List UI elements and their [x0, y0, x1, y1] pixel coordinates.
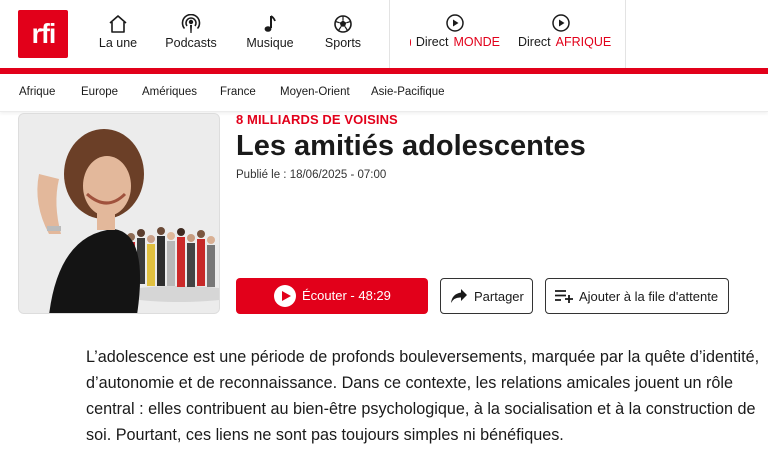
home-icon	[109, 15, 127, 33]
add-to-queue-button[interactable]: Ajouter à la file d'attente	[545, 278, 729, 314]
live-dot	[410, 38, 411, 46]
nav-label: Musique	[246, 36, 294, 50]
queue-label: Ajouter à la file d'attente	[579, 289, 719, 304]
nav-podcasts[interactable]: Podcasts	[165, 14, 217, 54]
play-circle-icon	[446, 14, 464, 32]
play-icon	[274, 285, 296, 307]
listen-label: Écouter - 48:29	[302, 288, 391, 303]
program-kicker[interactable]: 8 MILLIARDS DE VOISINS	[236, 112, 398, 127]
nav-la-une[interactable]: La une	[97, 14, 139, 54]
logo-text: rfi	[31, 18, 56, 49]
header-divider	[625, 0, 626, 68]
top-header: rfi La une Podcasts Musique Sports Direc…	[0, 0, 768, 68]
direct-target: AFRIQUE	[555, 35, 612, 49]
region-nav: Afrique Europe Amériques France Moyen-Or…	[0, 74, 768, 112]
region-link-europe[interactable]: Europe	[81, 86, 118, 98]
rfi-logo[interactable]: rfi	[18, 10, 68, 58]
region-link-afrique[interactable]: Afrique	[19, 86, 55, 98]
direct-prefix: Direct	[415, 35, 449, 49]
cover-illustration	[19, 114, 219, 313]
publish-date: Publié le : 18/06/2025 - 07:00	[236, 169, 387, 181]
direct-target: MONDE	[453, 35, 500, 49]
playlist-add-icon	[555, 290, 573, 303]
region-link-moyen-orient[interactable]: Moyen-Orient	[280, 86, 350, 98]
play-circle-icon	[551, 14, 570, 32]
share-label: Partager	[474, 289, 524, 304]
article-intro: L’adolescence est une période de profond…	[86, 348, 760, 444]
direct-prefix: Direct	[518, 35, 551, 49]
share-button[interactable]: Partager	[440, 278, 533, 314]
podcast-cover-image[interactable]	[18, 113, 220, 314]
music-note-icon	[264, 15, 276, 32]
article-title: Les amitiés adolescentes	[236, 130, 586, 162]
nav-sports[interactable]: Sports	[323, 14, 363, 54]
podcast-icon	[181, 14, 201, 33]
header-divider	[389, 0, 390, 68]
nav-label: La une	[98, 36, 138, 50]
region-link-france[interactable]: France	[220, 86, 256, 98]
nav-musique[interactable]: Musique	[246, 14, 294, 54]
nav-label: Sports	[324, 36, 362, 50]
direct-monde-button[interactable]: Direct MONDE	[410, 14, 500, 54]
region-link-asie-pacifique[interactable]: Asie-Pacifique	[371, 86, 445, 98]
listen-button[interactable]: Écouter - 48:29	[236, 278, 428, 314]
soccer-ball-icon	[334, 15, 352, 33]
nav-label: Podcasts	[165, 36, 217, 50]
direct-afrique-button[interactable]: Direct AFRIQUE	[513, 14, 611, 54]
share-arrow-icon	[451, 289, 467, 303]
region-link-ameriques[interactable]: Amériques	[142, 86, 197, 98]
crowd-figures	[127, 227, 215, 287]
